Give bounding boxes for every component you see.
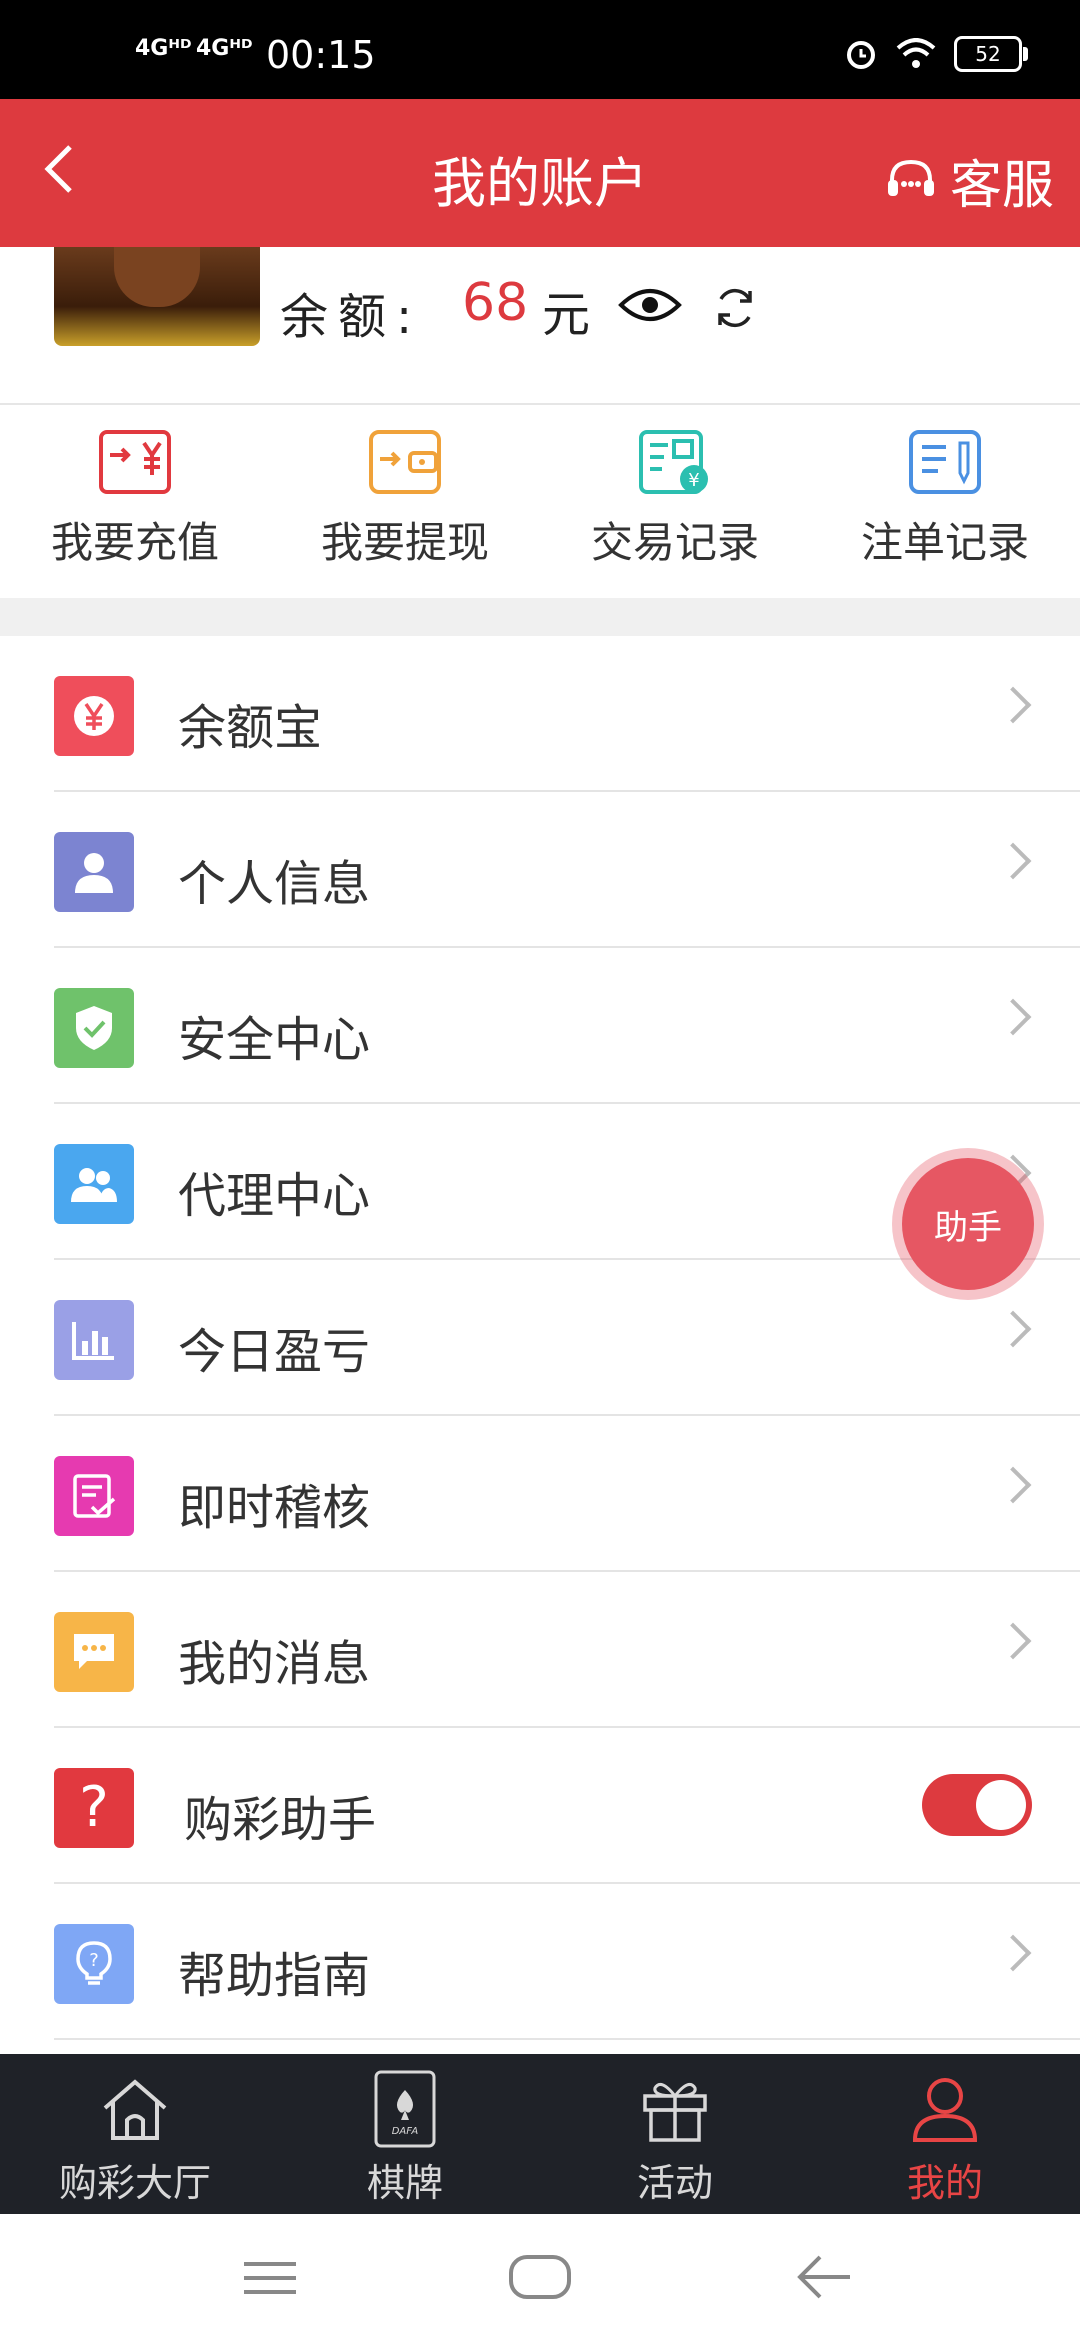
battery-icon: 52 [954,36,1028,72]
chevron-right-icon [994,1466,1032,1504]
menu-label: 我的消息 [178,1636,371,1692]
home-button-icon[interactable] [508,2254,572,2300]
tab-lottery-hall[interactable]: 购彩大厅 [0,2054,270,2214]
chevron-right-icon [994,1934,1032,1972]
withdraw-wallet-icon [369,430,441,494]
service-label: 客服 [949,156,1054,216]
divider [54,2038,1080,2040]
tab-activities[interactable]: 活动 [540,2054,810,2214]
bet-record-icon [909,430,981,494]
recharge-button[interactable]: 我要充值 [0,405,270,598]
svg-text:?: ? [89,1950,99,1971]
menu-item-security[interactable]: 安全中心 [0,948,1080,1104]
message-icon [54,1612,134,1692]
question-icon: ? [54,1768,134,1848]
bar-chart-icon [54,1300,134,1380]
menu-item-yuebao[interactable]: 余额宝 [0,636,1080,792]
chevron-right-icon [994,1622,1032,1660]
chevron-right-icon [994,998,1032,1036]
menu-item-audit[interactable]: 即时稽核 [0,1416,1080,1572]
balance-unit: 元 [542,287,591,343]
signal-2: 4Gᴴᴰ [196,36,253,61]
user-icon [912,2078,978,2142]
svg-text:¥: ¥ [688,470,699,491]
group-icon [54,1144,134,1224]
menu-item-messages[interactable]: 我的消息 [0,1572,1080,1728]
lightbulb-icon: ? [54,1924,134,2004]
back-icon[interactable] [796,2254,852,2300]
poker-card-icon: DAFA [374,2070,436,2148]
bet-record-button[interactable]: 注单记录 [810,405,1080,598]
clock: 00:15 [266,33,376,77]
yen-icon [54,676,134,756]
status-bar: 4Gᴴᴰ 4Gᴴᴰ 00:15 52 [0,0,1080,99]
action-label: 交易记录 [590,518,759,567]
menu-item-personal-info[interactable]: 个人信息 [0,792,1080,948]
chevron-right-icon [994,686,1032,724]
eye-icon[interactable] [618,285,682,325]
recharge-icon [99,430,171,494]
bottom-tab-bar: 购彩大厅 DAFA 棋牌 活动 我的 [0,2054,1080,2214]
quick-actions: 我要充值 我要提现 ¥ 交易记录 注单记录 [0,405,1080,598]
wifi-icon [896,38,936,68]
tab-label: 购彩大厅 [58,2161,211,2205]
menu-label: 帮助指南 [178,1948,371,2004]
transaction-record-icon: ¥ [639,430,708,494]
shield-icon [54,988,134,1068]
balance-card: 余额: 68 元 [0,247,1080,405]
menu-label: 安全中心 [178,1012,371,1068]
headset-icon [887,159,934,196]
chevron-right-icon [994,1310,1032,1348]
tab-mine[interactable]: 我的 [810,2054,1080,2214]
menu-label: 代理中心 [178,1168,371,1224]
helper-label: 助手 [934,1207,1002,1248]
menu-item-assistant: ? 购彩助手 [0,1728,1080,1884]
transaction-record-button[interactable]: ¥ 交易记录 [540,405,810,598]
menu-list: 余额宝 个人信息 安全中心 代理中心 今日盈亏 即时稽核 我的消息 ? 购彩助手… [0,636,1080,2054]
menu-label: 购彩助手 [184,1792,377,1848]
menu-item-help[interactable]: ? 帮助指南 [0,1884,1080,2040]
status-icons: 52 [844,36,1028,72]
floating-helper-button[interactable]: 助手 [902,1158,1034,1290]
balance-amount: 68 [462,273,529,333]
menu-label: 余额宝 [178,700,323,756]
tab-label: 活动 [636,2161,713,2205]
gift-icon [643,2082,707,2142]
withdraw-button[interactable]: 我要提现 [270,405,540,598]
system-nav-bar [0,2214,1080,2340]
refresh-icon[interactable] [710,283,760,333]
alarm-icon [847,41,875,69]
menu-label: 即时稽核 [178,1480,371,1536]
battery-level: 52 [975,42,1001,66]
avatar[interactable] [54,247,260,346]
checklist-icon [54,1456,134,1536]
menu-icon[interactable] [242,2260,298,2296]
signal-1: 4Gᴴᴰ [135,36,192,61]
balance-label: 余额: [280,289,423,345]
chevron-right-icon [994,842,1032,880]
app-header: 我的账户 客服 [0,99,1080,247]
tab-chess-cards[interactable]: DAFA 棋牌 [270,2054,540,2214]
menu-label: 个人信息 [178,856,371,912]
action-label: 我要充值 [50,518,219,567]
menu-item-profit-loss[interactable]: 今日盈亏 [0,1260,1080,1416]
tab-label: 棋牌 [366,2161,443,2205]
tab-label: 我的 [906,2161,983,2205]
home-icon [103,2079,167,2140]
customer-service-button[interactable]: 客服 [884,143,1054,218]
card-brand-text: DAFA [392,2126,419,2137]
action-label: 注单记录 [860,518,1029,567]
person-icon [54,832,134,912]
assistant-toggle[interactable] [922,1774,1032,1836]
menu-label: 今日盈亏 [178,1324,371,1380]
action-label: 我要提现 [320,518,489,567]
